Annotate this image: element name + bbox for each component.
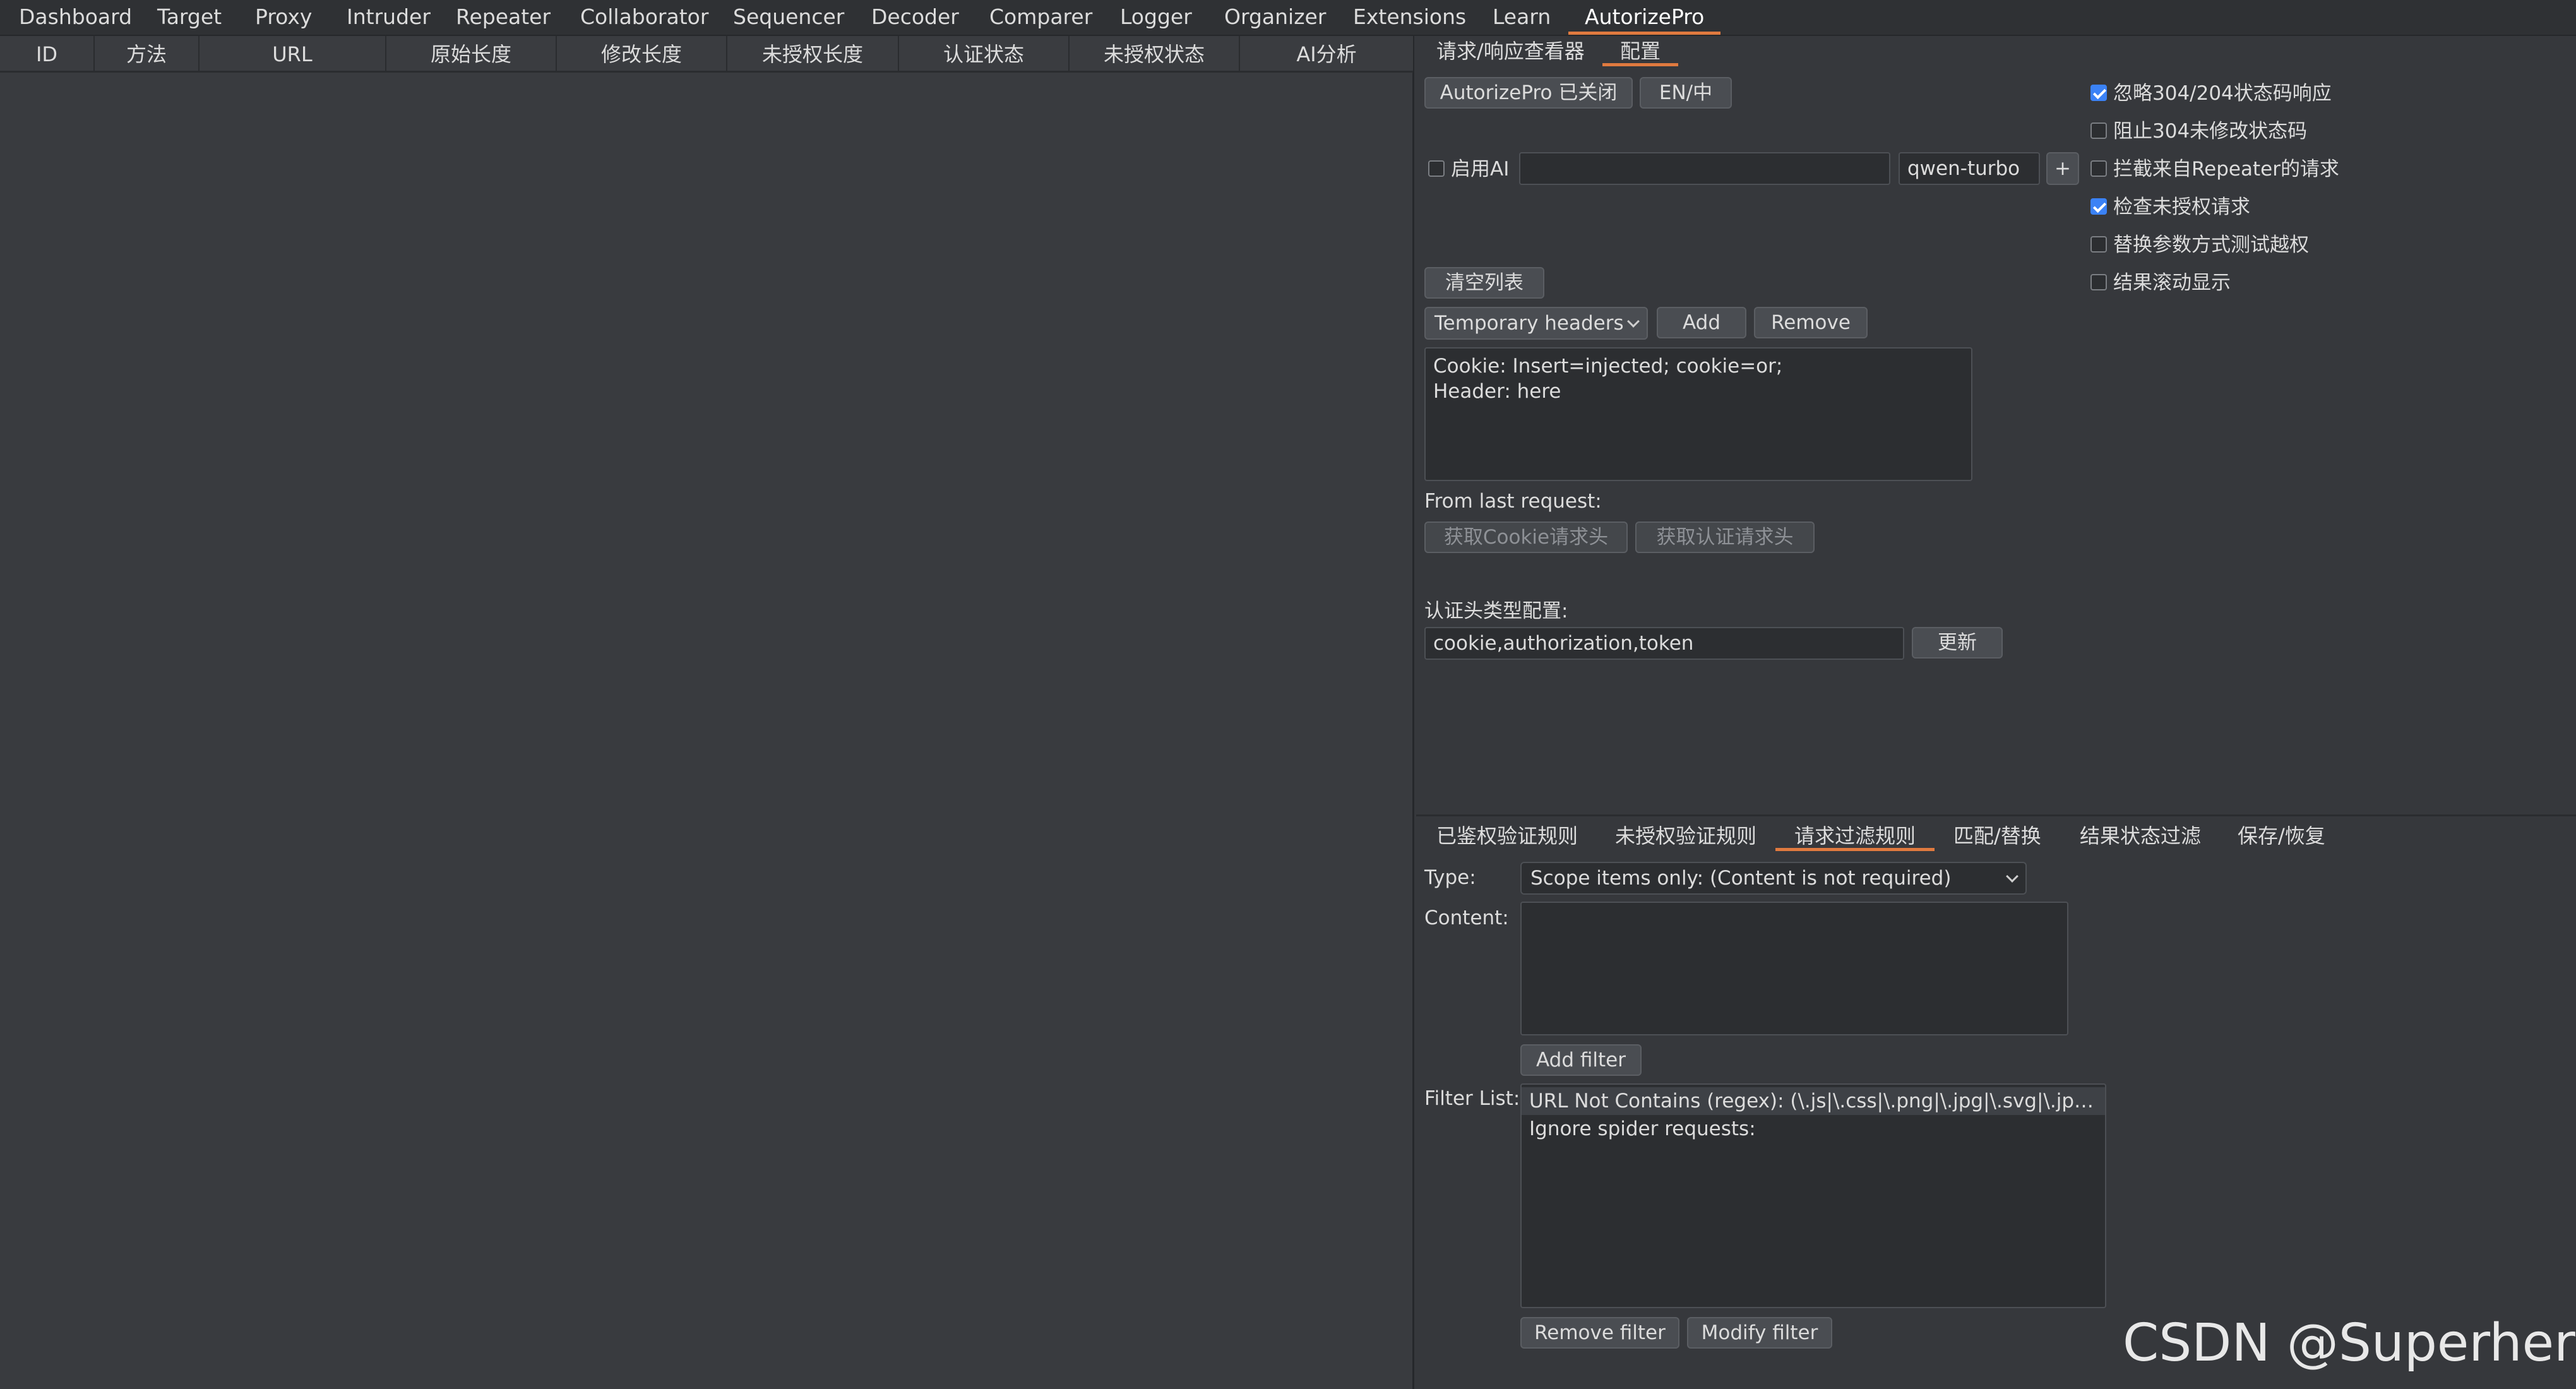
modify-filter-button[interactable]: Modify filter: [1687, 1317, 1832, 1349]
scroll-results-checkbox[interactable]: 结果滚动显示: [2090, 269, 2231, 297]
get-auth-header-button[interactable]: 获取认证请求头: [1635, 522, 1815, 553]
tab-sequencer[interactable]: Sequencer: [733, 0, 844, 34]
headers-type-select[interactable]: Temporary headers: [1424, 307, 1648, 340]
tab-comparer[interactable]: Comparer: [989, 0, 1092, 34]
chevron-down-icon: [1627, 315, 1640, 328]
replace-params-checkbox[interactable]: 替换参数方式测试越权: [2090, 231, 2309, 259]
tab-target[interactable]: Target: [157, 0, 222, 34]
list-item[interactable]: Ignore spider requests:: [1522, 1115, 2105, 1143]
enable-ai-checkbox[interactable]: 启用AI: [1428, 155, 1509, 183]
column-header-url[interactable]: URL: [200, 36, 386, 73]
tab-dashboard[interactable]: Dashboard: [19, 0, 132, 34]
column-header-ai-analysis[interactable]: AI分析: [1240, 36, 1413, 73]
horizontal-splitter[interactable]: [1416, 814, 2576, 816]
check-unauth-checkbox[interactable]: 检查未授权请求: [2090, 193, 2250, 221]
tab-match-replace[interactable]: 匹配/替换: [1953, 821, 2041, 851]
headers-type-value: Temporary headers: [1434, 312, 1624, 335]
column-header-auth-status[interactable]: 认证状态: [899, 36, 1070, 73]
checkbox-box-icon: [1428, 160, 1445, 177]
language-toggle-button[interactable]: EN/中: [1640, 77, 1732, 109]
block-304-checkbox[interactable]: 阻止304未修改状态码: [2090, 117, 2307, 145]
tab-learn[interactable]: Learn: [1493, 0, 1551, 34]
checkbox-box-icon: [2090, 273, 2107, 290]
ai-model-input[interactable]: qwen-turbo: [1899, 152, 2040, 185]
checkbox-label: 结果滚动显示: [2113, 271, 2231, 294]
tab-proxy[interactable]: Proxy: [255, 0, 312, 34]
tab-decoder[interactable]: Decoder: [871, 0, 959, 34]
get-cookie-header-button[interactable]: 获取Cookie请求头: [1424, 522, 1628, 553]
column-header-original-length[interactable]: 原始长度: [386, 36, 557, 73]
filter-content-textarea[interactable]: [1520, 902, 2068, 1035]
list-item[interactable]: URL Not Contains (regex): (\.js|\.css|\.…: [1522, 1087, 2105, 1115]
filter-type-value: Scope items only: (Content is not requir…: [1530, 867, 1952, 890]
column-header-method[interactable]: 方法: [95, 36, 200, 73]
tab-intruder[interactable]: Intruder: [347, 0, 431, 34]
tab-repeater[interactable]: Repeater: [456, 0, 551, 34]
add-filter-button[interactable]: Add filter: [1520, 1044, 1642, 1076]
results-table-header: ID 方法 URL 原始长度 修改长度 未授权长度 认证状态 未授权状态 AI分…: [0, 36, 1413, 73]
update-auth-type-button[interactable]: 更新: [1912, 627, 2003, 659]
column-header-unauth-status[interactable]: 未授权状态: [1070, 36, 1240, 73]
ai-api-key-input[interactable]: [1519, 152, 1890, 185]
tab-result-status-filter[interactable]: 结果状态过滤: [2080, 821, 2201, 851]
tab-authenticated-rules[interactable]: 已鉴权验证规则: [1436, 821, 1578, 851]
checkbox-label: 拦截来自Repeater的请求: [2113, 158, 2339, 181]
remove-header-button[interactable]: Remove: [1754, 307, 1868, 338]
checkbox-label: 替换参数方式测试越权: [2113, 234, 2309, 256]
checkbox-label: 检查未授权请求: [2113, 196, 2250, 218]
intercept-repeater-checkbox[interactable]: 拦截来自Repeater的请求: [2090, 155, 2339, 183]
filter-type-label: Type:: [1424, 866, 1476, 889]
checkbox-checked-icon: [2090, 84, 2107, 101]
chevron-down-icon: [2006, 870, 2018, 883]
checkbox-label: 忽略304/204状态码响应: [2113, 82, 2332, 105]
filter-list-label: Filter List:: [1424, 1087, 1520, 1110]
filter-type-select[interactable]: Scope items only: (Content is not requir…: [1520, 862, 2027, 895]
ignore-304-204-checkbox[interactable]: 忽略304/204状态码响应: [2090, 80, 2332, 107]
remove-filter-button[interactable]: Remove filter: [1520, 1317, 1679, 1349]
checkbox-checked-icon: [2090, 198, 2107, 215]
add-model-button[interactable]: +: [2046, 152, 2079, 185]
clear-list-button[interactable]: 清空列表: [1424, 267, 1544, 299]
tab-request-filter-rules[interactable]: 请求过滤规则: [1775, 821, 1935, 851]
tab-autorizepro[interactable]: AutorizePro: [1568, 0, 1721, 35]
enable-ai-label: 启用AI: [1451, 158, 1510, 181]
column-header-id[interactable]: ID: [0, 36, 95, 73]
from-last-request-label: From last request:: [1424, 490, 1602, 513]
auth-type-input[interactable]: cookie,authorization,token: [1424, 627, 1904, 660]
tab-request-response-viewer[interactable]: 请求/响应查看器: [1436, 36, 1585, 66]
autorize-toggle-button[interactable]: AutorizePro 已关闭: [1424, 77, 1633, 109]
csdn-watermark: CSDN @SuperherRo: [2123, 1313, 2576, 1373]
checkbox-box-icon: [2090, 235, 2107, 253]
tab-collaborator[interactable]: Collaborator: [580, 0, 708, 34]
auth-type-config-label: 认证头类型配置:: [1424, 600, 1568, 623]
tab-save-restore[interactable]: 保存/恢复: [2238, 821, 2325, 851]
tab-unauthenticated-rules[interactable]: 未授权验证规则: [1615, 821, 1756, 851]
main-menu-bar: Dashboard Target Proxy Intruder Repeater…: [0, 0, 2576, 36]
tab-config[interactable]: 配置: [1602, 36, 1679, 66]
column-header-modified-length[interactable]: 修改长度: [557, 36, 727, 73]
tab-organizer[interactable]: Organizer: [1224, 0, 1326, 34]
add-header-button[interactable]: Add: [1657, 307, 1746, 338]
headers-textarea[interactable]: Cookie: Insert=injected; cookie=or; Head…: [1424, 347, 1972, 481]
filter-content-label: Content:: [1424, 907, 1509, 929]
checkbox-box-icon: [2090, 160, 2107, 177]
checkbox-label: 阻止304未修改状态码: [2113, 120, 2308, 143]
results-table[interactable]: [0, 36, 1414, 1389]
filter-list[interactable]: URL Not Contains (regex): (\.js|\.css|\.…: [1520, 1083, 2106, 1308]
checkbox-box-icon: [2090, 122, 2107, 139]
tab-extensions[interactable]: Extensions: [1353, 0, 1466, 34]
column-header-unauth-length[interactable]: 未授权长度: [727, 36, 899, 73]
tab-logger[interactable]: Logger: [1120, 0, 1192, 34]
